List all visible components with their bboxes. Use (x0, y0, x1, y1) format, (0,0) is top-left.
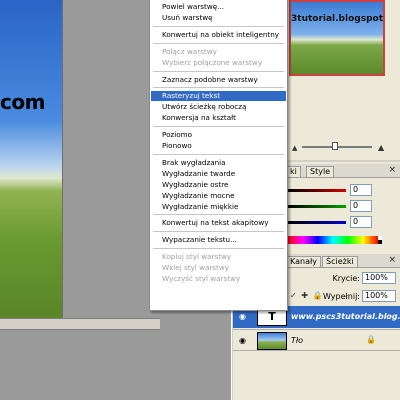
menu-item[interactable]: Utwórz ścieżkę roboczą (151, 102, 286, 112)
menu-item[interactable]: Wygładzanie twarde (151, 169, 286, 179)
zoom-out-icon[interactable]: ▲ (292, 144, 297, 152)
menu-item[interactable]: Zaznacz podobne warstwy (151, 75, 286, 85)
menu-item[interactable]: Konwertuj na tekst akapitowy (151, 218, 286, 228)
menu-item[interactable]: Wyczyść styl warstwy (151, 274, 286, 284)
menu-item[interactable]: Poziomo (151, 130, 286, 140)
eye-icon[interactable]: ◉ (239, 312, 246, 321)
slider-green[interactable]: 0 (288, 200, 400, 214)
opacity-label: Krycie: (332, 274, 360, 283)
eye-icon[interactable]: ◉ (239, 336, 246, 345)
navigator-zoom-slider[interactable]: ▲ ▲ (288, 142, 400, 152)
menu-item[interactable]: Pionowo (151, 141, 286, 151)
menu-separator (153, 248, 284, 250)
menu-separator (153, 87, 284, 89)
lock-icons[interactable]: ✓ ✚ 🔒 (290, 291, 323, 300)
color-panel: ki Style × 0 0 0 (286, 160, 400, 252)
navigator-panel: 3tutorial.blogspot.com ▲ ▲ (288, 0, 400, 160)
slider-red[interactable]: 0 (288, 184, 400, 198)
menu-item[interactable]: Rasteryzuj tekst (151, 91, 286, 102)
close-icon[interactable]: × (388, 255, 396, 265)
context-menu: Powiel warstwę... Usuń warstwę Konwertuj n… (149, 0, 288, 311)
fill-field[interactable]: 100% (362, 290, 396, 302)
menu-item[interactable]: Wygładzanie miękkie (151, 202, 286, 212)
layer-name[interactable]: www.pscs3tutorial.blog... (291, 312, 400, 321)
menu-separator (153, 126, 284, 128)
color-panel-tabs: ki Style × (286, 164, 400, 178)
menu-separator (153, 214, 284, 216)
menu-item[interactable]: Kopiuj styl warstwy (151, 252, 286, 262)
menu-item[interactable]: Usuń warstwę (151, 13, 286, 23)
color-spectrum-bw[interactable] (378, 236, 382, 244)
tab-channels[interactable]: Kanały (286, 256, 321, 268)
zoom-knob[interactable] (332, 142, 338, 150)
menu-separator (153, 70, 284, 72)
menu-separator (153, 42, 284, 44)
menu-item[interactable]: Konwertuj na obiekt inteligentny (151, 30, 286, 40)
slider-blue-bar[interactable] (288, 221, 346, 224)
tab-styles-label: Style (310, 167, 331, 176)
tab-swatches-label: ki (290, 167, 297, 176)
close-icon[interactable]: × (388, 165, 396, 175)
slider-green-bar[interactable] (288, 205, 346, 208)
document-canvas[interactable]: com (0, 0, 62, 318)
layers-panel-tabs: Kanały Ścieżki × (286, 254, 400, 268)
menu-item[interactable]: Brak wygładzania (151, 158, 286, 168)
menu-item[interactable]: Wypaczanie tekstu... (151, 235, 286, 245)
opacity-row: Krycie: 100% (288, 272, 400, 284)
layer-row-background[interactable]: ◉ Tło 🔒 (233, 329, 400, 351)
navigator-thumbnail[interactable]: 3tutorial.blogspot.com (289, 0, 385, 76)
slider-blue[interactable]: 0 (288, 216, 400, 230)
background-layer-thumbnail (257, 332, 287, 350)
menu-item[interactable]: Wklej styl warstwy (151, 263, 286, 273)
tab-paths[interactable]: Ścieżki (322, 256, 358, 268)
canvas-border (62, 0, 63, 318)
canvas-text-layer: com (0, 90, 45, 114)
slider-red-value[interactable]: 0 (350, 184, 372, 196)
tab-paths-label: Ścieżki (326, 257, 354, 266)
opacity-field[interactable]: 100% (362, 272, 396, 284)
menu-separator (153, 153, 284, 155)
navigator-thumbnail-text: 3tutorial.blogspot.com (291, 14, 383, 24)
tab-styles[interactable]: Style (306, 166, 335, 178)
document-scrollbar[interactable] (0, 318, 160, 330)
tab-swatches[interactable]: ki (286, 166, 301, 178)
slider-blue-value[interactable]: 0 (350, 216, 372, 228)
slider-red-bar[interactable] (288, 189, 346, 192)
menu-separator (153, 231, 284, 233)
lock-icon: 🔒 (366, 335, 376, 344)
menu-item[interactable]: Połącz warstwy (151, 47, 286, 57)
layers-empty-area (233, 352, 400, 400)
fill-row: ✓ ✚ 🔒 Wypełnij: 100% (288, 290, 400, 302)
fill-label: Wypełnij: (323, 292, 360, 301)
color-spectrum[interactable] (288, 236, 378, 244)
slider-green-value[interactable]: 0 (350, 200, 372, 212)
layers-options: Krycie: 100% ✓ ✚ 🔒 Wypełnij: 100% (288, 270, 400, 306)
menu-item[interactable]: Powiel warstwę... (151, 2, 286, 12)
menu-item[interactable]: Wygładzanie ostre (151, 180, 286, 190)
menu-item[interactable]: Wybierz połączone warstwy (151, 58, 286, 68)
layer-name[interactable]: Tło (291, 336, 303, 345)
zoom-in-icon[interactable]: ▲ (378, 143, 384, 152)
menu-item[interactable]: Wygładzanie mocne (151, 191, 286, 201)
menu-separator (153, 25, 284, 27)
menu-item[interactable]: Konwersja na kształt (151, 113, 286, 123)
tab-channels-label: Kanały (290, 257, 317, 266)
